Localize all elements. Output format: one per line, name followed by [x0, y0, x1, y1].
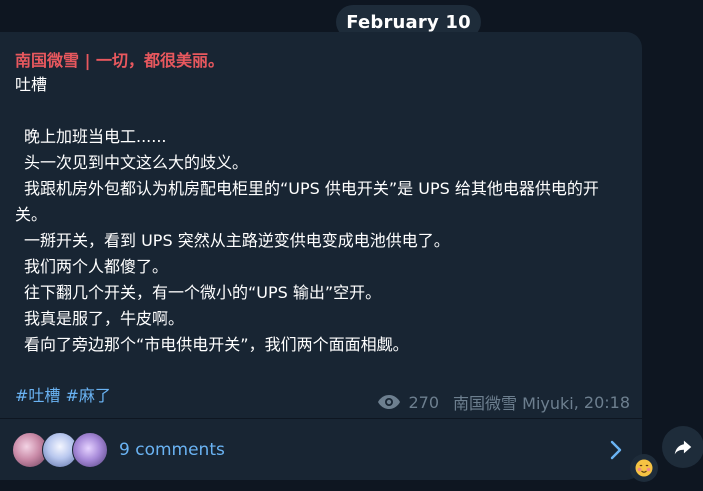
post-line: 我们两个人都傻了。	[24, 257, 169, 276]
hashtag-link[interactable]: #麻了	[66, 386, 111, 405]
post-time: 20:18	[583, 392, 630, 412]
commenter-avatars	[12, 431, 112, 468]
post-line: 一掰开关，看到 UPS 突然从主路逆变供电变成电池供电了。	[24, 231, 450, 250]
share-arrow-icon	[674, 440, 692, 455]
view-count: 270	[408, 392, 440, 412]
post-line: 头一次见到中文这么大的歧义。	[24, 153, 249, 172]
date-label: February 10	[346, 11, 471, 33]
post-meta: 270 南国微雪 Miyuki, 20:18	[377, 390, 630, 414]
chevron-right-icon	[610, 440, 622, 459]
channel-post: 南国微雪 | 一切，都很美丽。 吐槽 晚上加班当电工...... 头一次见到中文…	[0, 32, 642, 480]
post-line: 我跟机房外包都认为机房配电柜里的“UPS 供电开关”是 UPS 给其他电器供电的…	[15, 179, 599, 224]
channel-title[interactable]: 南国微雪 | 一切，都很美丽。	[15, 47, 224, 71]
post-line: 吐槽	[15, 75, 48, 94]
post-line: 我真是服了，牛皮啊。	[24, 309, 185, 328]
post-author: 南国微雪 Miyuki	[453, 394, 574, 413]
post-line: 晚上加班当电工......	[24, 127, 167, 146]
post-line: 看向了旁边那个“市电供电开关”，我们两个面面相觑。	[24, 335, 409, 354]
post-text: 吐槽 晚上加班当电工...... 头一次见到中文这么大的歧义。 我跟机房外包都认…	[15, 72, 627, 358]
post-line: 往下翻几个开关，有一个微小的“UPS 输出”空开。	[24, 283, 382, 302]
hashtag-list: #吐槽 #麻了	[15, 382, 111, 406]
emoji-icon[interactable]	[630, 454, 658, 482]
eye-icon	[377, 395, 400, 409]
hashtag-link[interactable]: #吐槽	[15, 386, 60, 405]
avatar	[72, 431, 108, 468]
comments-button[interactable]: 9 comments	[0, 419, 642, 480]
comments-count-label[interactable]: 9 comments	[119, 440, 608, 460]
share-button[interactable]	[662, 426, 703, 468]
smiley-face-icon	[635, 459, 653, 477]
